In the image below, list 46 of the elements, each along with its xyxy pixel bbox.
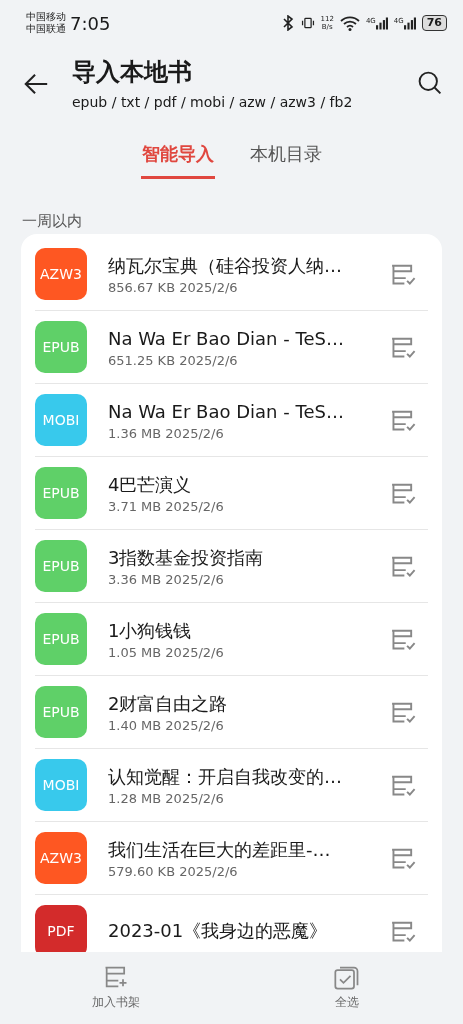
- file-name[interactable]: 认知觉醒：开启自我改变的…: [108, 764, 388, 789]
- format-badge: EPUB: [35, 540, 87, 592]
- file-name[interactable]: Na Wa Er Bao Dian - TeS…: [108, 399, 388, 424]
- tab[interactable]: 本机目录: [248, 142, 323, 179]
- format-badge: EPUB: [35, 321, 87, 373]
- file-name[interactable]: 2财富自由之路: [108, 691, 388, 716]
- carrier-name: 中国联通: [26, 23, 66, 35]
- file-details: 3.71 MB 2025/2/6: [108, 498, 225, 514]
- file-details: 1.05 MB 2025/2/6: [108, 644, 225, 660]
- bottom-action-button[interactable]: 加入书架: [0, 952, 232, 1024]
- format-badge: EPUB: [35, 467, 87, 519]
- tab[interactable]: 智能导入: [140, 142, 215, 179]
- format-badge: PDF: [35, 905, 87, 952]
- file-name[interactable]: Na Wa Er Bao Dian - TeS…: [108, 326, 388, 351]
- bluetooth-icon: [280, 15, 295, 31]
- format-badge: AZW3: [35, 832, 87, 884]
- file-details: 1.36 MB 2025/2/6: [108, 425, 225, 441]
- file-name[interactable]: 纳瓦尔宝典（硅谷投资人纳…: [108, 253, 388, 278]
- format-list: epub / txt / pdf / mobi / azw / azw3 / fb2: [72, 94, 417, 110]
- file-details: 1.28 MB 2025/2/6: [108, 790, 225, 806]
- signal-icon: [375, 16, 388, 30]
- clock-time: 7:05: [70, 12, 111, 34]
- file-name[interactable]: 1小狗钱钱: [108, 618, 388, 643]
- file-details: 856.67 KB 2025/2/6: [108, 279, 239, 295]
- vibrate-icon: [300, 15, 315, 31]
- file-details: 579.60 KB 2025/2/6: [108, 863, 239, 879]
- format-badge: EPUB: [35, 686, 87, 738]
- signal-icon: [403, 16, 416, 30]
- format-badge: MOBI: [35, 759, 87, 811]
- wifi-icon: [339, 15, 360, 31]
- file-details: 3.36 MB 2025/2/6: [108, 571, 225, 587]
- format-badge: AZW3: [35, 248, 87, 300]
- battery-level: 76: [421, 15, 447, 31]
- section-label: 一周以内: [21, 211, 83, 232]
- carrier-name: 中国移动: [26, 11, 66, 23]
- format-badge: MOBI: [35, 394, 87, 446]
- file-name[interactable]: 2023-01《我身边的恶魔》: [108, 919, 388, 943]
- file-name[interactable]: 我们生活在巨大的差距里-…: [108, 837, 388, 862]
- file-name[interactable]: 4巴芒演义: [108, 472, 388, 497]
- page-title: 导入本地书: [72, 57, 193, 88]
- file-name[interactable]: 3指数基金投资指南: [108, 545, 388, 570]
- bottom-action-button[interactable]: 全选: [231, 952, 463, 1024]
- search-icon[interactable]: [417, 70, 443, 96]
- file-details: 651.25 KB 2025/2/6: [108, 352, 239, 368]
- format-badge: EPUB: [35, 613, 87, 665]
- file-details: 1.40 MB 2025/2/6: [108, 717, 225, 733]
